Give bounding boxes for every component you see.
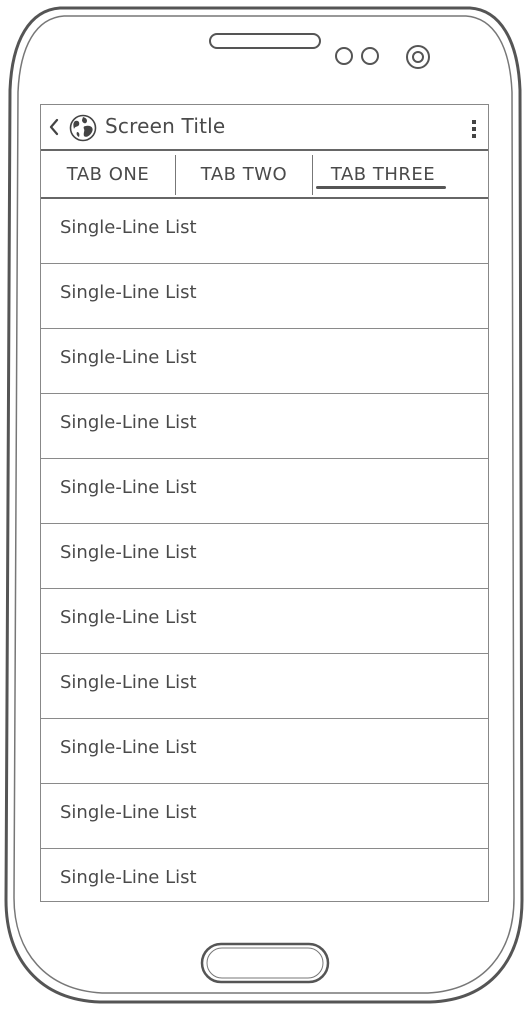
list-item-label: Single-Line List (60, 347, 197, 368)
chevron-left-icon[interactable] (47, 114, 61, 140)
page-title: Screen Title (105, 114, 226, 138)
list-item-label: Single-Line List (60, 217, 197, 238)
list-item-label: Single-Line List (60, 477, 197, 498)
list-item-label: Single-Line List (60, 412, 197, 433)
list-item-label: Single-Line List (60, 737, 197, 758)
app-screen: Screen Title TAB ONE TAB TWO TAB THREE S… (40, 104, 489, 902)
home-button-icon[interactable] (200, 942, 330, 984)
list-item[interactable]: Single-Line List (41, 329, 488, 394)
list-item[interactable]: Single-Line List (41, 394, 488, 459)
list-item-label: Single-Line List (60, 672, 197, 693)
list-item-label: Single-Line List (60, 607, 197, 628)
list-item[interactable]: Single-Line List (41, 589, 488, 654)
list-item-label: Single-Line List (60, 802, 197, 823)
tab-bar: TAB ONE TAB TWO TAB THREE (41, 151, 488, 199)
sensor-icon (406, 45, 430, 69)
list-item-label: Single-Line List (60, 867, 197, 888)
list-item[interactable]: Single-Line List (41, 849, 488, 901)
list-item[interactable]: Single-Line List (41, 524, 488, 589)
list-item[interactable]: Single-Line List (41, 719, 488, 784)
list-item[interactable]: Single-Line List (41, 784, 488, 849)
speaker-grille-icon (209, 33, 321, 49)
list-item[interactable]: Single-Line List (41, 199, 488, 264)
list-item[interactable]: Single-Line List (41, 654, 488, 719)
list-item[interactable]: Single-Line List (41, 264, 488, 329)
list-item-label: Single-Line List (60, 282, 197, 303)
tab-three[interactable]: TAB THREE (313, 151, 453, 197)
tab-one[interactable]: TAB ONE (41, 151, 175, 197)
tab-two[interactable]: TAB TWO (176, 151, 312, 197)
active-tab-indicator (316, 186, 446, 189)
single-line-list: Single-Line List Single-Line List Single… (41, 199, 488, 901)
globe-icon (69, 114, 97, 142)
list-item-label: Single-Line List (60, 542, 197, 563)
app-bar: Screen Title (41, 105, 488, 151)
list-item[interactable]: Single-Line List (41, 459, 488, 524)
kebab-menu-icon[interactable] (470, 117, 478, 141)
